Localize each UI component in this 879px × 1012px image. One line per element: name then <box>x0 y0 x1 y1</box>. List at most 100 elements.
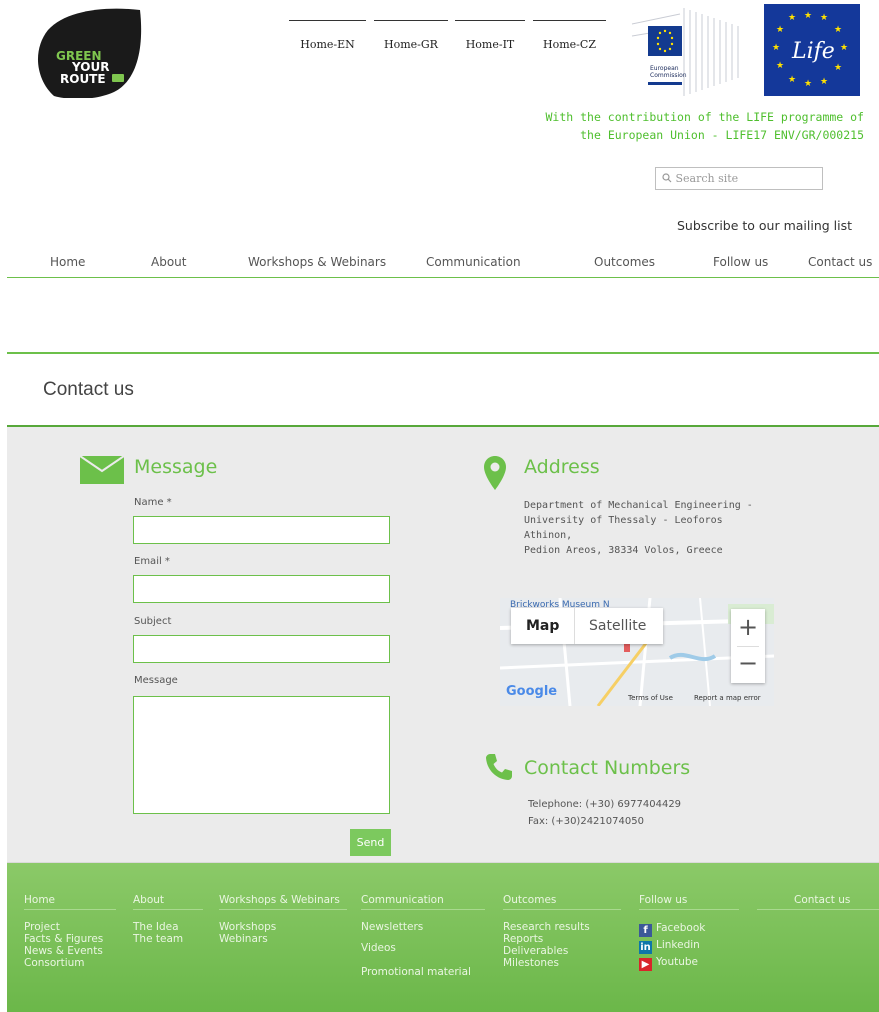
nav-workshops-webinars[interactable]: Workshops & Webinars <box>248 255 386 269</box>
search-input[interactable]: Search site <box>655 167 823 190</box>
subscribe-link[interactable]: Subscribe to our mailing list <box>677 218 852 233</box>
nav-divider <box>7 277 879 278</box>
footer-outcomes-list: Research results Reports Deliverables Mi… <box>503 921 590 969</box>
send-button[interactable]: Send <box>350 829 391 856</box>
footer-link-facebook[interactable]: f Facebook <box>639 920 705 937</box>
svg-text:★: ★ <box>834 63 842 73</box>
footer-link-newsletters[interactable]: Newsletters <box>361 921 423 933</box>
satellite-view-button[interactable]: Satellite <box>589 618 646 634</box>
contact-numbers-title: Contact Numbers <box>524 757 691 779</box>
google-logo: Google <box>506 684 558 699</box>
european-commission-logo: European Commission <box>626 6 742 98</box>
footer-communication-heading[interactable]: Communication <box>361 894 444 906</box>
subject-label: Subject <box>134 616 172 627</box>
address-line-2: University of Thessaly - Leoforos Athino… <box>524 515 723 541</box>
logo-text-route: ROUTE <box>60 72 106 86</box>
search-icon <box>662 173 672 186</box>
svg-text:★: ★ <box>840 43 848 53</box>
lang-link-gr[interactable]: Home-GR <box>374 20 448 51</box>
lang-link-cz[interactable]: Home-CZ <box>533 20 606 51</box>
svg-text:★: ★ <box>820 77 828 87</box>
footer-home-list: Project Facts & Figures News & Events Co… <box>24 921 103 969</box>
footer-link-the-idea[interactable]: The Idea <box>133 921 183 933</box>
footer-contact-underline <box>757 909 879 910</box>
message-section-title: Message <box>134 456 218 478</box>
svg-text:★: ★ <box>834 25 842 35</box>
footer-link-youtube[interactable]: ▶ Youtube <box>639 954 705 971</box>
life-logo-text: Life <box>791 39 835 64</box>
svg-text:★: ★ <box>788 75 796 85</box>
svg-text:★: ★ <box>772 43 780 53</box>
linkedin-label: Linkedin <box>656 939 700 951</box>
footer-link-facts-figures[interactable]: Facts & Figures <box>24 933 103 945</box>
footer-link-linkedin[interactable]: in Linkedin <box>639 937 705 954</box>
zoom-in-button[interactable]: + <box>731 613 765 641</box>
footer-workshops-list: Workshops Webinars <box>219 921 276 945</box>
footer-follow-underline <box>639 909 739 910</box>
footer-link-workshops[interactable]: Workshops <box>219 921 276 933</box>
map-type-toggle: Map Satellite <box>511 608 663 644</box>
footer-contact-heading[interactable]: Contact us <box>794 894 850 906</box>
footer-link-deliverables[interactable]: Deliverables <box>503 945 590 957</box>
address-line-3: Pedion Areos, 38334 Volos, Greece <box>524 545 723 556</box>
phone-icon <box>484 752 514 786</box>
footer-workshops-underline <box>219 909 347 910</box>
life-contribution-text: With the contribution of the LIFE progra… <box>520 108 865 144</box>
footer-link-promotional-material[interactable]: Promotional material <box>361 966 471 978</box>
page-title: Contact us <box>43 379 134 400</box>
map-terms-link[interactable]: Terms of Use <box>628 694 673 702</box>
map-report-link[interactable]: Report a map error <box>694 694 761 702</box>
message-label: Message <box>134 675 178 686</box>
email-field[interactable] <box>133 575 390 603</box>
footer-link-project[interactable]: Project <box>24 921 103 933</box>
fax-number: Fax: (+30)2421074050 <box>528 816 644 827</box>
zoom-divider <box>737 646 759 647</box>
footer-link-reports[interactable]: Reports <box>503 933 590 945</box>
youtube-icon: ▶ <box>639 958 652 971</box>
facebook-label: Facebook <box>656 922 706 934</box>
svg-text:★: ★ <box>788 13 796 23</box>
address-text: Department of Mechanical Engineering - U… <box>524 498 774 558</box>
footer-about-underline <box>133 909 203 910</box>
svg-text:★: ★ <box>804 79 812 89</box>
contribution-line-2: the European Union - LIFE17 ENV/GR/00021… <box>580 128 864 142</box>
footer-link-research-results[interactable]: Research results <box>503 921 590 933</box>
footer-link-news-events[interactable]: News & Events <box>24 945 103 957</box>
ec-text-commission: Commission <box>650 72 687 79</box>
footer-link-webinars[interactable]: Webinars <box>219 933 276 945</box>
nav-outcomes[interactable]: Outcomes <box>594 255 655 269</box>
footer-workshops-heading[interactable]: Workshops & Webinars <box>219 894 340 906</box>
zoom-out-button[interactable]: − <box>731 649 765 677</box>
footer-link-videos[interactable]: Videos <box>361 942 396 954</box>
footer-social-list: f Facebook in Linkedin ▶ Youtube <box>639 920 705 971</box>
map-zoom-control: + − <box>731 609 765 683</box>
footer-outcomes-heading[interactable]: Outcomes <box>503 894 556 906</box>
life-programme-logo: ★ ★ ★ ★ ★ ★ ★ ★ ★ ★ ★ ★ Life <box>764 4 860 96</box>
footer-home-heading[interactable]: Home <box>24 894 55 906</box>
map-view-button[interactable]: Map <box>526 618 559 634</box>
location-pin-icon <box>484 456 506 494</box>
nav-contact-us[interactable]: Contact us <box>808 255 872 269</box>
svg-text:★: ★ <box>820 13 828 23</box>
subject-field[interactable] <box>133 635 390 663</box>
footer-about-heading[interactable]: About <box>133 894 164 906</box>
nav-follow-us[interactable]: Follow us <box>713 255 768 269</box>
footer-link-milestones[interactable]: Milestones <box>503 957 590 969</box>
footer-link-consortium[interactable]: Consortium <box>24 957 103 969</box>
footer-link-the-team[interactable]: The team <box>133 933 183 945</box>
svg-text:★: ★ <box>776 25 784 35</box>
contribution-line-1: With the contribution of the LIFE progra… <box>545 110 865 124</box>
nav-communication[interactable]: Communication <box>426 255 521 269</box>
lang-link-it[interactable]: Home-IT <box>455 20 525 51</box>
facebook-icon: f <box>639 924 652 937</box>
footer-follow-heading[interactable]: Follow us <box>639 894 687 906</box>
youtube-label: Youtube <box>656 956 698 968</box>
name-field[interactable] <box>133 516 390 544</box>
nav-home[interactable]: Home <box>50 255 85 269</box>
message-textarea[interactable] <box>133 696 390 814</box>
telephone-number: Telephone: (+30) 6977404429 <box>528 799 682 810</box>
name-label: Name * <box>134 497 172 508</box>
nav-about[interactable]: About <box>151 255 186 269</box>
lang-link-en[interactable]: Home-EN <box>289 20 366 51</box>
site-logo[interactable]: GREEN YOUR ROUTE <box>32 6 144 99</box>
